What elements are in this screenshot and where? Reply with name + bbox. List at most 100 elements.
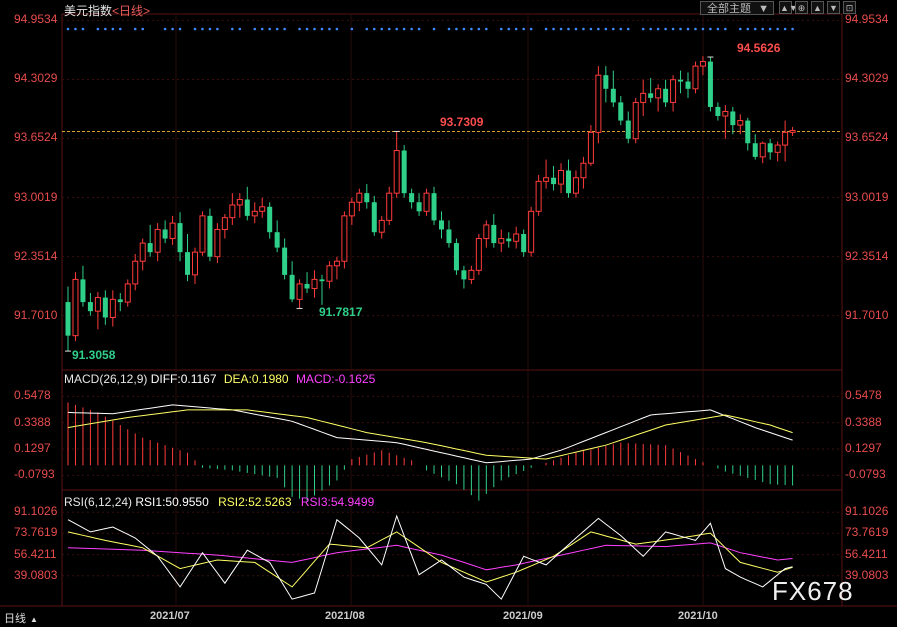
arrow-up-icon[interactable]: ▲ [811, 1, 824, 14]
panel-frame [61, 13, 843, 371]
event-marker-dot [612, 27, 615, 31]
candle-body [685, 81, 691, 89]
candle-body [707, 61, 713, 107]
event-marker-dot [320, 27, 324, 31]
candle-body [752, 143, 758, 157]
event-marker-dot [671, 27, 675, 31]
y-tick-label: -0.0793 [14, 467, 55, 482]
macd-dea-line [67, 409, 793, 460]
event-marker-dot [499, 27, 503, 31]
candle-body [154, 228, 161, 253]
candle-body [491, 224, 497, 244]
event-marker-dot [522, 27, 525, 31]
chevron-up-icon: ▲ [30, 615, 38, 624]
candle-body [475, 238, 482, 271]
candle-body [416, 202, 422, 212]
annotation-high-label: 93.7309 [440, 115, 484, 129]
candle-body [513, 233, 520, 242]
rsi2-line [67, 531, 793, 588]
event-marker-dot [380, 27, 384, 31]
candle-body [498, 238, 505, 244]
arrow-down-icon[interactable]: ▼ [827, 1, 840, 14]
y-tick-label: 94.3029 [845, 71, 889, 86]
event-marker-dot [387, 27, 391, 31]
candle-body [483, 224, 490, 240]
candle-body [191, 251, 198, 276]
event-marker-dot [111, 27, 115, 31]
event-marker-dot [582, 27, 585, 31]
event-marker-dot [133, 27, 137, 31]
event-marker-dot [328, 27, 331, 31]
candle-body [670, 79, 677, 103]
panel-frame [61, 369, 843, 491]
y-tick-label: 93.6524 [14, 130, 58, 145]
y-tick-label: 91.7010 [845, 307, 889, 322]
y-tick-label: 94.3029 [14, 71, 58, 86]
annotation-high-label: 94.5626 [737, 41, 781, 55]
candle-body [453, 243, 459, 271]
event-marker-dot [462, 27, 466, 31]
candle-body [699, 61, 706, 67]
event-marker-dot [104, 27, 107, 31]
candle-body [468, 269, 475, 280]
candle-body [259, 206, 266, 212]
event-marker-dot [701, 27, 705, 31]
candle-body [177, 223, 183, 253]
candle-body [341, 215, 348, 262]
candle-body [767, 143, 773, 153]
crosshair-icon[interactable]: ⊕ [795, 1, 808, 14]
event-marker-dot [589, 27, 593, 31]
event-marker-dot [313, 27, 316, 31]
candle-body [587, 131, 594, 164]
watermark-logo: FX678 [772, 576, 854, 606]
event-marker-dot [171, 27, 174, 31]
event-marker-dot [163, 27, 167, 31]
candle-body [267, 206, 273, 233]
event-marker-dot [298, 27, 301, 31]
sort-icon[interactable]: ▲▼ [779, 1, 798, 14]
candle-body [117, 299, 123, 303]
y-tick-label: 94.9534 [14, 12, 58, 27]
event-marker-dot [544, 27, 548, 31]
rsi1-line [67, 514, 793, 600]
period-selector[interactable]: 日线 ▲ [4, 610, 38, 626]
candle-body [311, 278, 318, 289]
candle-body [409, 193, 415, 203]
event-marker-dot [395, 27, 398, 31]
candle-body [565, 170, 571, 194]
event-marker-dot [746, 27, 750, 31]
candle-body [65, 302, 71, 336]
event-marker-dot [253, 27, 257, 31]
event-marker-dot [686, 27, 690, 31]
candle-body [737, 120, 744, 126]
period-selector-label: 日线 [4, 613, 26, 625]
candle-body [244, 199, 250, 216]
event-marker-dot [305, 27, 309, 31]
candle-body [251, 210, 258, 217]
event-marker-dot [791, 27, 794, 31]
candle-body [207, 215, 213, 257]
candle-body [715, 106, 721, 117]
event-marker-dot [507, 27, 511, 31]
event-marker-dot [335, 27, 339, 31]
candle-body [535, 180, 542, 212]
y-tick-label: 73.7619 [14, 525, 58, 540]
candle-body [162, 229, 168, 239]
event-marker-dot [447, 27, 451, 31]
event-marker-dot [74, 27, 77, 31]
candle-body [789, 130, 796, 133]
candle-body [102, 297, 108, 318]
event-marker-dot [410, 27, 413, 31]
candle-body [543, 177, 550, 182]
candle-body [558, 169, 565, 185]
rsi3-label: RSI3:54.9499 [300, 495, 375, 509]
theme-dropdown[interactable]: 全部主题 ▼ [700, 1, 774, 15]
event-marker-dot [365, 27, 369, 31]
macd-diff-label: DIFF:0.1167 [150, 372, 217, 386]
candle-body [356, 192, 363, 203]
candle-body [72, 278, 79, 337]
event-marker-dot [753, 27, 757, 31]
event-marker-dot [238, 27, 242, 31]
candle-body [87, 302, 93, 312]
y-tick-label: 0.3388 [14, 414, 51, 429]
